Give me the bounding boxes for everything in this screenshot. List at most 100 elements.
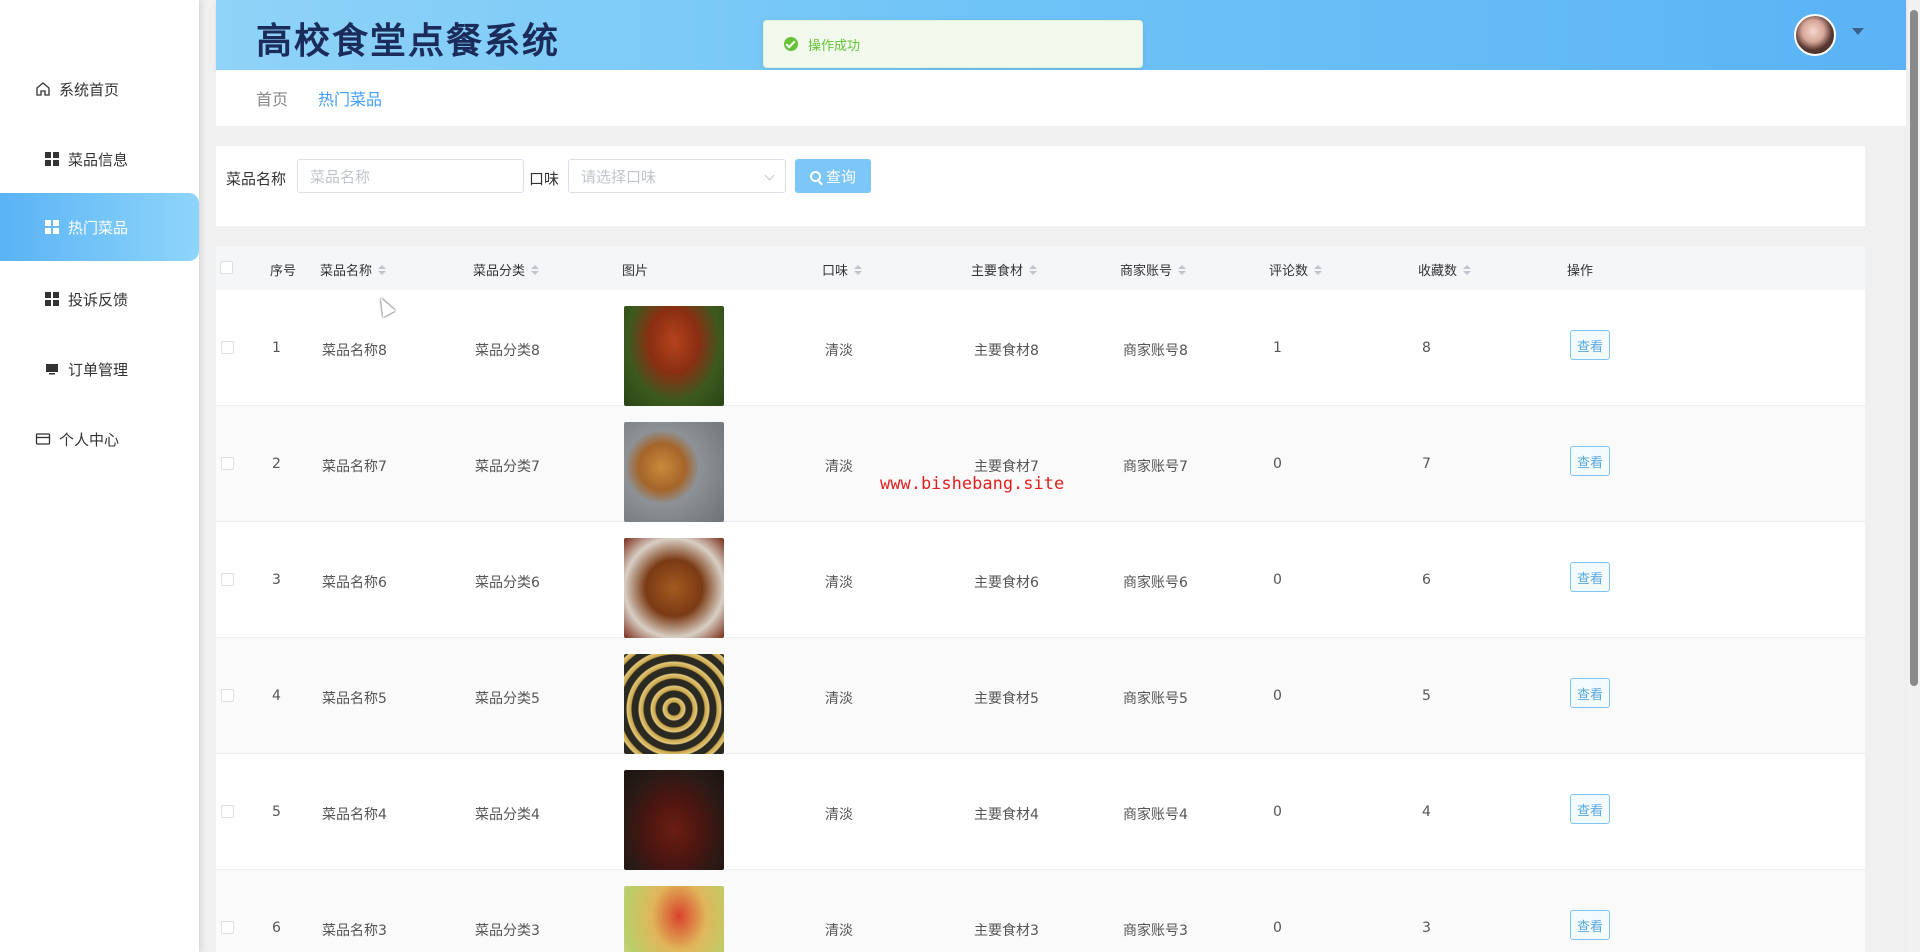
dish-image: [624, 538, 724, 638]
cell-merchant: 商家账号7: [1123, 459, 1188, 475]
search-button-label: 查询: [825, 167, 856, 186]
cell-comments: 0: [1273, 804, 1282, 820]
cell-taste: 清淡: [825, 691, 853, 707]
scrollbar-thumb[interactable]: [1910, 10, 1918, 686]
header-category[interactable]: 菜品分类: [473, 260, 540, 279]
cell-index: 4: [272, 688, 281, 704]
view-button[interactable]: 查看: [1570, 910, 1610, 940]
cell-ingredient: 主要食材7: [974, 459, 1039, 475]
view-button[interactable]: 查看: [1570, 330, 1610, 360]
header-image: 图片: [622, 264, 649, 279]
header-ingredient-label: 主要食材: [971, 264, 1024, 279]
header-favorites-label: 收藏数: [1418, 264, 1458, 279]
cell-taste: 清淡: [825, 923, 853, 939]
cell-name: 菜品名称5: [322, 691, 387, 707]
cell-taste: 清淡: [825, 459, 853, 475]
chevron-down-icon: [764, 170, 775, 181]
cell-category: 菜品分类5: [475, 691, 540, 707]
cell-name: 菜品名称7: [322, 459, 387, 475]
sidebar-item-label: 系统首页: [59, 80, 120, 99]
avatar[interactable]: [1794, 14, 1836, 56]
toast-message: 操作成功: [808, 38, 861, 54]
cell-comments: 0: [1273, 920, 1282, 936]
cell-merchant: 商家账号5: [1123, 691, 1188, 707]
sort-icon[interactable]: [1029, 264, 1038, 275]
view-button[interactable]: 查看: [1570, 678, 1610, 708]
dish-image: [624, 422, 724, 522]
cell-index: 5: [272, 804, 281, 820]
cell-favorites: 5: [1422, 688, 1431, 704]
cell-index: 1: [272, 340, 281, 356]
sidebar-item-label: 订单管理: [68, 360, 129, 379]
sidebar-item-label: 个人中心: [59, 430, 120, 449]
sidebar-item-orders[interactable]: 订单管理: [0, 335, 199, 403]
cell-ingredient: 主要食材6: [974, 575, 1039, 591]
header-merchant[interactable]: 商家账号: [1120, 260, 1187, 279]
select-all-checkbox[interactable]: [220, 261, 233, 274]
cell-favorites: 7: [1422, 456, 1431, 472]
view-button[interactable]: 查看: [1570, 794, 1610, 824]
cell-merchant: 商家账号4: [1123, 807, 1188, 823]
sidebar-item-feedback[interactable]: 投诉反馈: [0, 265, 199, 333]
cell-ingredient: 主要食材5: [974, 691, 1039, 707]
sidebar: 系统首页 菜品信息 热门菜品 投诉反馈 订单管理 个人中心: [0, 0, 199, 952]
header-ingredient[interactable]: 主要食材: [971, 260, 1038, 279]
row-checkbox[interactable]: [221, 805, 234, 818]
row-checkbox[interactable]: [221, 573, 234, 586]
sidebar-item-hot-dishes[interactable]: 热门菜品: [0, 193, 199, 261]
dish-image: [624, 306, 724, 406]
app-title: 高校食堂点餐系统: [256, 21, 561, 62]
breadcrumb: 首页 热门菜品: [216, 70, 1906, 126]
header-comments-label: 评论数: [1269, 264, 1309, 279]
breadcrumb-home[interactable]: 首页: [256, 86, 288, 110]
row-checkbox[interactable]: [221, 341, 234, 354]
cell-comments: 0: [1273, 688, 1282, 704]
sidebar-item-dish-info[interactable]: 菜品信息: [0, 125, 199, 193]
sort-icon[interactable]: [531, 264, 540, 275]
dish-table: 序号 菜品名称 菜品分类 图片 口味 主要食材 商家账号 评论数 收藏数 操作 …: [216, 246, 1865, 952]
monitor-icon: [42, 359, 62, 379]
cell-index: 3: [272, 572, 281, 588]
sort-icon[interactable]: [378, 264, 387, 275]
breadcrumb-current: 热门菜品: [318, 90, 383, 109]
watermark: www.bishebang.site: [880, 474, 1065, 494]
sidebar-item-label: 菜品信息: [68, 150, 129, 169]
cell-category: 菜品分类7: [475, 459, 540, 475]
table-row: 3 菜品名称6 菜品分类6 清淡 主要食材6 商家账号6 0 6 查看: [216, 522, 1865, 638]
header-favorites[interactable]: 收藏数: [1418, 260, 1472, 279]
dish-name-input[interactable]: 菜品名称: [297, 159, 524, 193]
dish-image: [624, 654, 724, 754]
sort-icon[interactable]: [1463, 264, 1472, 275]
cell-category: 菜品分类8: [475, 343, 540, 359]
view-button[interactable]: 查看: [1570, 562, 1610, 592]
sidebar-item-home[interactable]: 系统首页: [0, 55, 199, 123]
row-checkbox[interactable]: [221, 689, 234, 702]
header-taste[interactable]: 口味: [822, 260, 863, 279]
chevron-down-icon[interactable]: [1852, 28, 1864, 35]
cell-comments: 0: [1273, 456, 1282, 472]
cell-favorites: 6: [1422, 572, 1431, 588]
taste-select[interactable]: 请选择口味: [568, 159, 786, 193]
taste-label: 口味: [529, 170, 560, 188]
sort-icon[interactable]: [1178, 264, 1187, 275]
cell-name: 菜品名称3: [322, 923, 387, 939]
header-name[interactable]: 菜品名称: [320, 260, 387, 279]
grid-icon: [42, 217, 62, 237]
cell-merchant: 商家账号3: [1123, 923, 1188, 939]
sidebar-item-profile[interactable]: 个人中心: [0, 405, 199, 473]
search-icon: [809, 170, 821, 182]
search-panel: 菜品名称 菜品名称 口味 请选择口味 查询: [216, 146, 1865, 226]
sort-icon[interactable]: [854, 264, 863, 275]
success-toast: 操作成功: [763, 20, 1143, 68]
sidebar-item-label: 投诉反馈: [68, 290, 129, 309]
cell-name: 菜品名称6: [322, 575, 387, 591]
grid-icon: [42, 289, 62, 309]
row-checkbox[interactable]: [221, 921, 234, 934]
page-scrollbar[interactable]: [1908, 0, 1920, 952]
search-button[interactable]: 查询: [795, 159, 871, 193]
header-comments[interactable]: 评论数: [1269, 260, 1323, 279]
sort-icon[interactable]: [1314, 264, 1323, 275]
view-button[interactable]: 查看: [1570, 446, 1610, 476]
row-checkbox[interactable]: [221, 457, 234, 470]
sidebar-item-label: 热门菜品: [68, 218, 129, 237]
